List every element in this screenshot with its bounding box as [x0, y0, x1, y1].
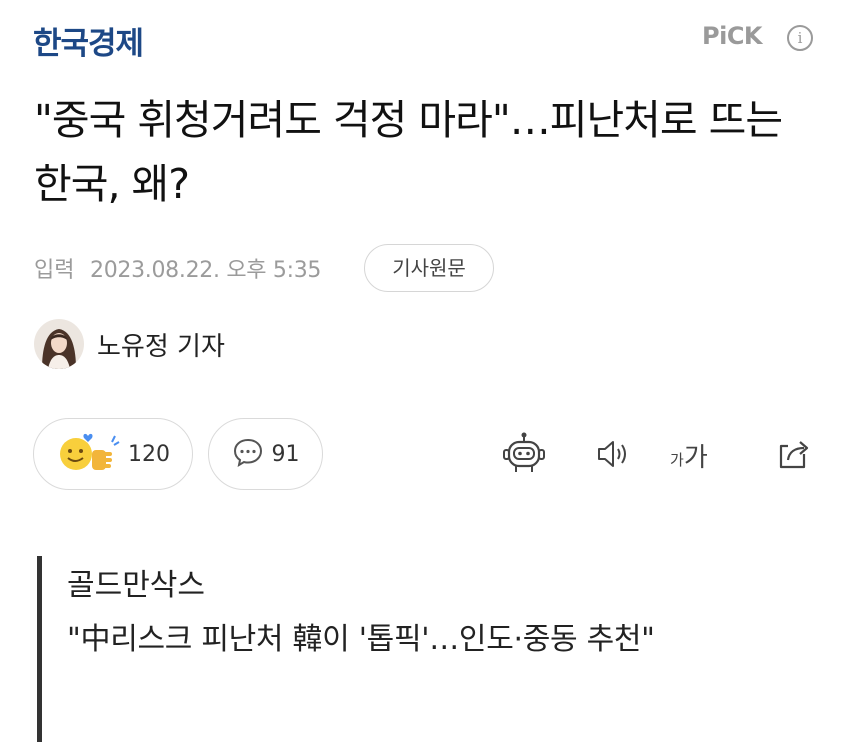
reporter-avatar[interactable]: [34, 319, 84, 369]
font-size-icon[interactable]: 가가: [670, 437, 708, 474]
speaker-icon[interactable]: [587, 430, 639, 478]
article-headline: "중국 휘청거려도 걱정 마라"…피난처로 뜨는 한국, 왜?: [34, 96, 783, 208]
original-article-button[interactable]: 기사원문: [364, 244, 494, 292]
quote-bar: [37, 556, 42, 742]
comment-bubble-icon: [232, 436, 264, 472]
reporter-name[interactable]: 노유정 기자: [97, 326, 225, 363]
quote-text: "中리스크 피난처 韓이 '톱픽'…인도·중동 추천": [67, 622, 655, 657]
reaction-button[interactable]: 120: [33, 418, 193, 490]
info-icon[interactable]: i: [787, 25, 813, 51]
reaction-count: 120: [128, 441, 170, 467]
quote-source: 골드만삭스: [67, 568, 205, 603]
press-logo[interactable]: 한국경제: [33, 18, 144, 63]
publish-date: 2023.08.22. 오후 5:35: [90, 258, 322, 283]
summary-robot-icon[interactable]: [498, 430, 550, 478]
pick-label[interactable]: PiCK: [702, 22, 763, 50]
comment-button[interactable]: 91: [208, 418, 323, 490]
reaction-emoji-icon: [56, 430, 120, 478]
share-icon[interactable]: [768, 430, 820, 478]
date-label: 입력: [34, 258, 75, 283]
font-size-small-glyph: 가: [670, 451, 684, 469]
font-size-big-glyph: 가: [683, 443, 708, 473]
comment-count: 91: [271, 441, 300, 467]
